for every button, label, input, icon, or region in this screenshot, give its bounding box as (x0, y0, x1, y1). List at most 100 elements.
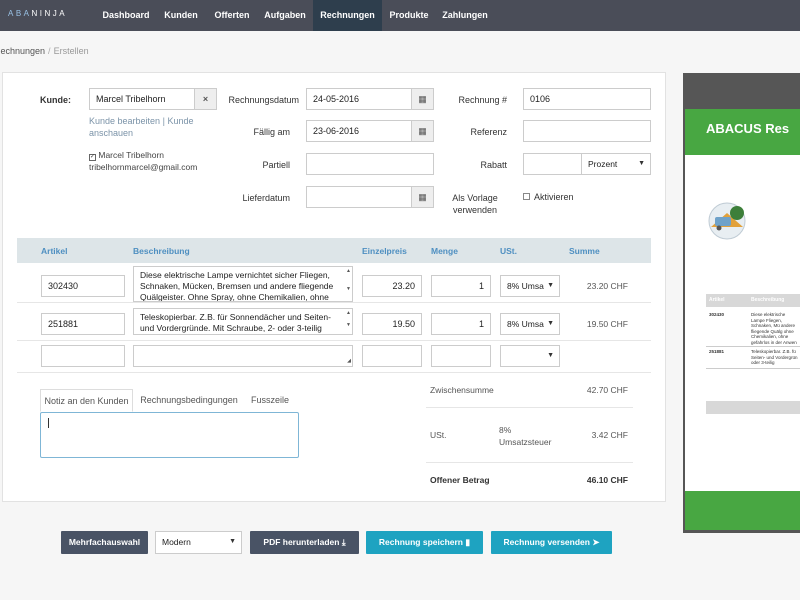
nav-aufgaben[interactable]: Aufgaben (258, 0, 312, 31)
preview-head-desc: Beschreibung (751, 297, 785, 303)
due-date-label: Fällig am (253, 127, 290, 137)
partial-input[interactable] (306, 153, 434, 175)
row1-unit-price-input[interactable]: 23.20 (362, 275, 422, 297)
scroll-arrows-icon[interactable]: ▲ ▼ (346, 310, 351, 328)
discount-input[interactable] (523, 153, 582, 175)
client-input[interactable]: Marcel Tribelhorn (89, 88, 195, 110)
nav-zahlungen[interactable]: Zahlungen (436, 0, 494, 31)
preview-company-logo (708, 202, 746, 240)
items-table-header: Artikel Beschreibung Einzelpreis Menge U… (17, 238, 651, 263)
discount-type-select[interactable]: Prozent ▼ (581, 153, 651, 175)
preview-row2-article: 251881 (709, 349, 725, 354)
text-cursor (48, 418, 49, 428)
subtotal-label: Zwischensumme (430, 385, 494, 395)
subtotal-value: 42.70 CHF (586, 385, 628, 395)
calendar-icon[interactable]: ▦ (411, 88, 434, 110)
discount-label: Rabatt (480, 160, 507, 170)
delivery-date-label: Lieferdatum (242, 193, 290, 203)
contact-checkbox[interactable]: ✓ (89, 154, 96, 161)
template-checkbox[interactable] (523, 193, 530, 200)
row2-tax-select[interactable]: 8% Umsa ▼ (500, 313, 560, 335)
row-divider (17, 372, 651, 373)
send-invoice-button[interactable]: Rechnung versenden ➤ (491, 531, 612, 554)
row2-description: Teleskopierbar. Z.B. für Sonnendächer un… (140, 312, 331, 333)
app-logo[interactable]: ABANINJA (8, 9, 67, 18)
nav-offerten[interactable]: Offerten (206, 0, 258, 31)
discount-type-value: Prozent (588, 159, 618, 169)
row-divider (17, 340, 651, 341)
bulk-actions-button[interactable]: Mehrfachauswahl (61, 531, 148, 554)
contact-name: Marcel Tribelhorn (98, 150, 165, 160)
preview-row-divider (706, 346, 800, 347)
row1-article-input[interactable]: 302430 (41, 275, 125, 297)
download-pdf-button[interactable]: PDF herunterladen ⤓ (250, 531, 359, 554)
chevron-down-icon: ▼ (638, 160, 645, 167)
row1-total: 23.20 CHF (586, 281, 628, 291)
tax-label: USt. (430, 430, 447, 440)
invoice-number-label: Rechnung # (458, 95, 507, 105)
nav-kunden[interactable]: Kunden (158, 0, 204, 31)
tab-client-note[interactable]: Notiz an den Kunden (40, 389, 133, 412)
preview-row1-article: 302430 (709, 312, 725, 317)
invoice-date-input[interactable]: 24-05-2016 (306, 88, 412, 110)
save-invoice-button[interactable]: Rechnung speichern ▮ (366, 531, 483, 554)
tab-terms[interactable]: Rechnungsbedingungen (137, 389, 241, 412)
preview-footer (685, 491, 800, 530)
row1-tax-value: 8% Umsa (507, 281, 544, 291)
row3-article-input[interactable] (41, 345, 125, 367)
client-contact: ✓ Marcel Tribelhorn tribelhornmarcel@gma… (89, 149, 197, 173)
preview-totals-bar (706, 401, 800, 414)
resize-handle-icon[interactable]: ◢ (347, 358, 351, 364)
breadcrumb: Rechnungen/Erstellen (0, 46, 89, 56)
col-total: Summe (569, 246, 600, 256)
row1-description: Diese elektrische Lampe vernichtet siche… (140, 270, 334, 302)
client-links: Kunde bearbeiten | Kunde anschauen (89, 115, 193, 139)
link-divider: | (162, 116, 165, 126)
delivery-date-input[interactable] (306, 186, 412, 208)
contact-email: tribelhornmarcel@gmail.com (89, 162, 198, 172)
balance-label: Offener Betrag (430, 475, 490, 485)
preview-row1-desc: Diese elektrische Lampe Fliegen, Schnake… (751, 312, 797, 345)
nav-rechnungen[interactable]: Rechnungen (313, 0, 382, 31)
nav-produkte[interactable]: Produkte (383, 0, 435, 31)
totals-divider (426, 407, 633, 408)
row3-unit-price-input[interactable] (362, 345, 422, 367)
preview-header: ABACUS Res (685, 109, 800, 155)
reference-label: Referenz (470, 127, 507, 137)
calendar-icon[interactable]: ▦ (411, 120, 434, 142)
edit-client-link[interactable]: Kunde bearbeiten (89, 116, 160, 126)
preview-row-divider (706, 368, 800, 369)
row2-quantity-input[interactable]: 1 (431, 313, 491, 335)
row2-tax-value: 8% Umsa (507, 319, 544, 329)
row2-unit-price-input[interactable]: 19.50 (362, 313, 422, 335)
activate-label: Aktivieren (534, 192, 574, 202)
pdf-preview-panel: ABACUS Res Artikel Beschreibung 302430 D… (683, 73, 800, 533)
row3-tax-select[interactable]: ▼ (500, 345, 560, 367)
row2-description-textarea[interactable]: Teleskopierbar. Z.B. für Sonnendächer un… (133, 308, 353, 335)
scroll-arrows-icon[interactable]: ▲ ▼ (346, 268, 351, 292)
design-select[interactable]: Modern ▼ (155, 531, 242, 554)
chevron-down-icon: ▼ (229, 538, 236, 545)
breadcrumb-parent[interactable]: Rechnungen (0, 46, 45, 56)
tax-rate-block: 8% Umsatzsteuer (499, 424, 551, 448)
row2-article-input[interactable]: 251881 (41, 313, 125, 335)
nav-dashboard[interactable]: Dashboard (96, 0, 156, 31)
row3-description-textarea[interactable]: ◢ (133, 345, 353, 367)
view-client-link-part1[interactable]: Kunde (167, 116, 193, 126)
tax-amount: 3.42 CHF (591, 430, 628, 440)
send-invoice-label: Rechnung versenden (503, 537, 590, 547)
clear-client-icon[interactable]: × (194, 88, 217, 110)
note-textarea[interactable] (40, 412, 299, 458)
calendar-icon[interactable]: ▦ (411, 186, 434, 208)
row1-quantity-input[interactable]: 1 (431, 275, 491, 297)
reference-input[interactable] (523, 120, 651, 142)
template-label-line2: verwenden (452, 205, 498, 215)
invoice-number-input[interactable]: 0106 (523, 88, 651, 110)
row3-quantity-input[interactable] (431, 345, 491, 367)
view-client-link-part2[interactable]: anschauen (89, 128, 133, 138)
row1-tax-select[interactable]: 8% Umsa ▼ (500, 275, 560, 297)
chevron-down-icon: ▼ (547, 320, 554, 327)
tab-footer[interactable]: Fusszeile (245, 389, 295, 412)
due-date-input[interactable]: 23-06-2016 (306, 120, 412, 142)
row1-description-textarea[interactable]: Diese elektrische Lampe vernichtet siche… (133, 266, 353, 302)
